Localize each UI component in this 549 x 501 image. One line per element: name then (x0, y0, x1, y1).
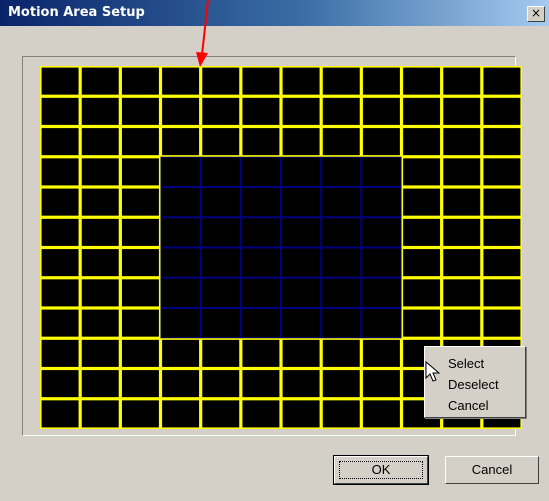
mouse-pointer-icon (425, 360, 441, 382)
annotation-layer (196, 0, 441, 382)
red-arrow-icon (196, 0, 209, 67)
dialog-window: Motion Area Setup × Select Deselect Canc… (0, 0, 549, 501)
